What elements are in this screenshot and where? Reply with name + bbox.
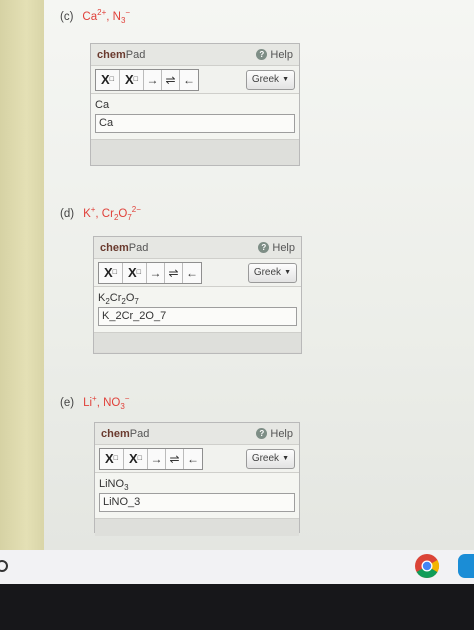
ion-formula: Ca2+, N3− xyxy=(82,8,131,26)
chempad-c: chemPad ? Help X □ X □ → ⇌ ← Greek ▼ Ca xyxy=(90,43,300,166)
help-button[interactable]: ? Help xyxy=(256,428,293,440)
equilibrium-arrow-button[interactable]: ⇌ xyxy=(165,262,183,283)
taskbar xyxy=(0,550,474,584)
chempad-header: chemPad ? Help xyxy=(94,237,301,259)
question-e: (e) Li+, NO3− xyxy=(60,394,129,411)
ion-formula: K+, Cr2O72− xyxy=(83,205,141,223)
subscript-button[interactable]: X □ xyxy=(100,448,124,469)
chempad-d: chemPad ? Help X □ X □ → ⇌ ← Greek ▼ K2Cr2O7 xyxy=(93,236,302,354)
chempad-header: chemPad ? Help xyxy=(95,423,299,445)
chempad-body: LiNO3 xyxy=(95,473,299,518)
subscript-button[interactable]: X □ xyxy=(99,262,123,283)
superscript-button[interactable]: X □ xyxy=(123,262,147,283)
reaction-arrow-button[interactable]: → xyxy=(144,69,162,90)
chempad-header: chemPad ? Help xyxy=(91,44,299,66)
formula-preview: LiNO3 xyxy=(99,478,129,493)
equilibrium-arrow-button[interactable]: ⇌ xyxy=(166,448,184,469)
question-d: (d) K+, Cr2O72− xyxy=(60,205,141,222)
reaction-arrow-button[interactable]: → xyxy=(147,262,165,283)
help-button[interactable]: ? Help xyxy=(256,49,293,61)
superscript-button[interactable]: X □ xyxy=(124,448,148,469)
question-label: (e) xyxy=(60,396,75,409)
help-button[interactable]: ? Help xyxy=(258,242,295,254)
help-icon: ? xyxy=(256,49,268,60)
chempad-footer xyxy=(94,331,301,352)
formula-input[interactable] xyxy=(95,113,295,133)
question-c: (c) Ca2+, N3− xyxy=(60,8,130,25)
chevron-down-icon: ▼ xyxy=(284,269,291,276)
formula-input[interactable] xyxy=(99,492,295,512)
formula-preview: Ca xyxy=(95,99,110,111)
chevron-down-icon: ▼ xyxy=(282,76,289,83)
app-icon[interactable] xyxy=(458,554,474,578)
tool-group: X □ X □ → ⇌ ← xyxy=(99,447,203,470)
greek-dropdown[interactable]: Greek ▼ xyxy=(245,448,295,469)
chempad-toolbar: X □ X □ → ⇌ ← Greek ▼ xyxy=(94,259,301,287)
tool-group: X □ X □ → ⇌ ← xyxy=(95,68,199,91)
question-label: (c) xyxy=(60,10,74,23)
chevron-down-icon: ▼ xyxy=(282,455,289,462)
chempad-brand: chemPad xyxy=(100,241,149,254)
formula-input[interactable] xyxy=(98,306,297,326)
chempad-brand: chemPad xyxy=(97,48,146,61)
left-arrow-button[interactable]: ← xyxy=(184,448,202,469)
left-margin-stripe xyxy=(0,0,44,555)
chrome-icon[interactable] xyxy=(414,553,440,579)
superscript-button[interactable]: X □ xyxy=(120,69,144,90)
ion-formula: Li+, NO3− xyxy=(83,394,130,412)
chempad-toolbar: X □ X □ → ⇌ ← Greek ▼ xyxy=(91,66,299,94)
homework-page: (c) Ca2+, N3− chemPad ? Help X □ X □ → ⇌ ← … xyxy=(44,0,474,550)
left-arrow-button[interactable]: ← xyxy=(183,262,201,283)
tool-group: X □ X □ → ⇌ ← xyxy=(98,261,202,284)
greek-dropdown[interactable]: Greek ▼ xyxy=(247,262,297,283)
chempad-body: K2Cr2O7 xyxy=(94,287,301,332)
help-icon: ? xyxy=(258,242,270,253)
greek-dropdown[interactable]: Greek ▼ xyxy=(245,69,295,90)
chempad-footer xyxy=(91,138,299,165)
formula-preview: K2Cr2O7 xyxy=(98,292,139,307)
reaction-arrow-button[interactable]: → xyxy=(148,448,166,469)
chempad-body: Ca xyxy=(91,94,299,139)
chempad-e: chemPad ? Help X □ X □ → ⇌ ← Greek ▼ LiNO3 xyxy=(94,422,300,536)
chempad-footer xyxy=(95,517,299,536)
question-label: (d) xyxy=(60,207,75,220)
chempad-toolbar: X □ X □ → ⇌ ← Greek ▼ xyxy=(95,445,299,473)
subscript-button[interactable]: X □ xyxy=(96,69,120,90)
chempad-brand: chemPad xyxy=(101,427,150,440)
screen-bezel xyxy=(0,584,474,630)
help-icon: ? xyxy=(256,428,268,439)
left-arrow-button[interactable]: ← xyxy=(180,69,198,90)
equilibrium-arrow-button[interactable]: ⇌ xyxy=(162,69,180,90)
